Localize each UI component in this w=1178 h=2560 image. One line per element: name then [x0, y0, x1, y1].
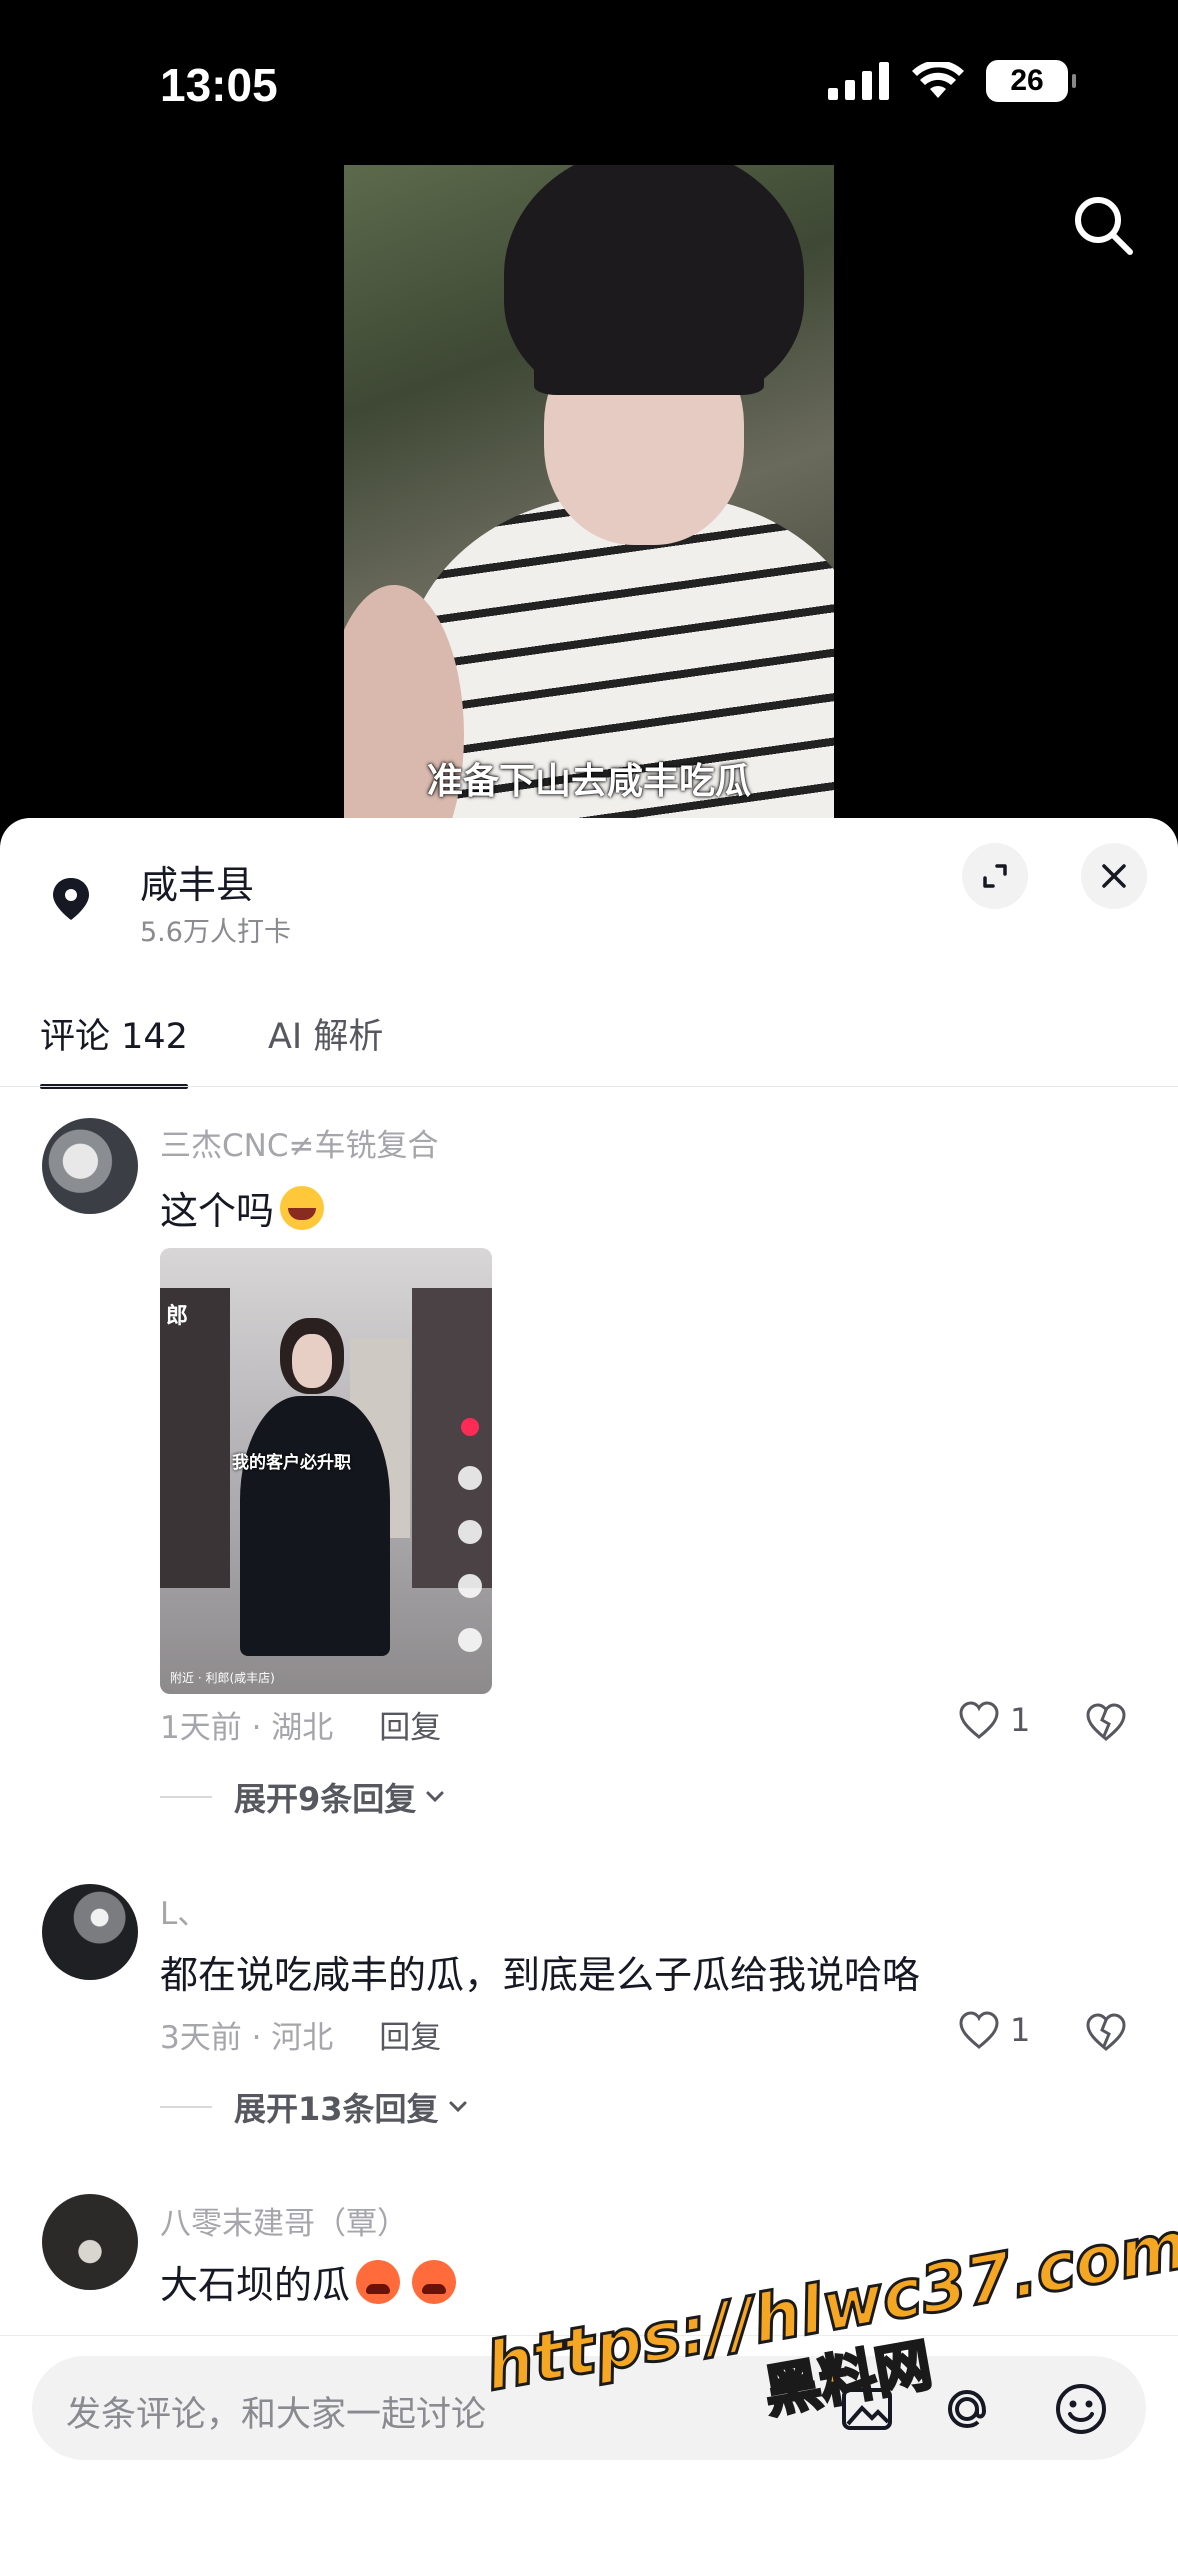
- laugh-emoji: [280, 1186, 325, 1230]
- reply-button[interactable]: 回复: [379, 2020, 441, 2056]
- close-icon: [1102, 864, 1126, 888]
- dislike-icon[interactable]: [1085, 2012, 1127, 2052]
- like-button[interactable]: 1: [958, 1700, 1030, 1740]
- expand-button[interactable]: [962, 843, 1028, 909]
- comment-username[interactable]: 三杰CNC≠车铣复合: [160, 1120, 438, 1165]
- video-player[interactable]: [344, 165, 834, 820]
- search-icon[interactable]: [1068, 190, 1138, 260]
- tab-ai-analysis[interactable]: AI 解析: [268, 1008, 383, 1089]
- location-name[interactable]: 咸丰县: [140, 854, 254, 909]
- like-button[interactable]: 1: [958, 2010, 1030, 2050]
- reply-button[interactable]: 回复: [379, 1710, 441, 1746]
- status-icons: 26: [828, 60, 1076, 102]
- heart-icon: [959, 2011, 999, 2049]
- wifi-icon: [912, 62, 964, 98]
- screen: 13:05 26 准备下山去咸丰吃瓜 咸丰县 5.6万人打卡 评论 142 AI…: [0, 0, 1178, 2560]
- angry-emoji: [412, 2260, 457, 2304]
- signal-icon: [828, 62, 889, 100]
- video-caption: 准备下山去咸丰吃瓜: [426, 761, 751, 802]
- avatar[interactable]: [42, 1118, 138, 1214]
- avatar[interactable]: [42, 1884, 138, 1980]
- angry-emoji: [356, 2260, 401, 2304]
- tab-bar: 评论 142 AI 解析: [40, 1008, 383, 1089]
- comment-meta: 3天前 · 河北 回复: [160, 2020, 442, 2056]
- like-count: 1: [1010, 1701, 1031, 1739]
- comment-meta: 1天前 · 湖北 回复: [160, 1710, 442, 1746]
- chevron-down-icon: [426, 1791, 444, 1803]
- expand-replies[interactable]: 展开13条回复: [160, 2084, 471, 2130]
- comment-video-thumbnail[interactable]: 郎 我的客户必升职 附近 · 利郎(咸丰店): [160, 1248, 492, 1694]
- expand-icon: [983, 864, 1007, 888]
- location-pin-icon: [53, 878, 89, 920]
- comment-icon: [458, 1520, 482, 1544]
- thumbnail-corner-text: 郎: [166, 1304, 189, 1329]
- emoji-icon[interactable]: [1052, 2380, 1110, 2438]
- thumbnail-location: 附近 · 利郎(咸丰店): [170, 1671, 275, 1685]
- comment-text: 都在说吃咸丰的瓜，到底是么子瓜给我说哈咯: [160, 1953, 921, 1997]
- location-checkins: 5.6万人打卡: [140, 917, 291, 948]
- follow-icon: [461, 1418, 479, 1436]
- comment-input-placeholder: 发条评论，和大家一起讨论: [66, 2395, 487, 2435]
- avatar[interactable]: [42, 2194, 138, 2290]
- comment-username[interactable]: 八零末建哥（覃）: [160, 2198, 408, 2243]
- star-icon: [458, 1574, 482, 1598]
- dislike-icon[interactable]: [1085, 1702, 1127, 1742]
- share-icon: [458, 1628, 482, 1652]
- heart-icon: [458, 1466, 482, 1490]
- tab-comments[interactable]: 评论 142: [40, 1008, 188, 1089]
- comment-username[interactable]: L、: [160, 1888, 208, 1933]
- status-time: 13:05: [160, 59, 278, 111]
- chevron-down-icon: [449, 2101, 467, 2113]
- thumbnail-caption: 我的客户必升职: [232, 1453, 351, 1473]
- like-count: 1: [1010, 2011, 1031, 2049]
- thumbnail-side-icons: [458, 1418, 482, 1652]
- heart-icon: [959, 1701, 999, 1739]
- tab-divider: [0, 1086, 1178, 1087]
- comment-text: 这个吗: [160, 1180, 325, 1235]
- close-button[interactable]: [1081, 843, 1147, 909]
- battery-indicator: 26: [986, 60, 1076, 102]
- comment-text: 大石坝的瓜: [160, 2254, 457, 2309]
- expand-replies[interactable]: 展开9条回复: [160, 1774, 448, 1820]
